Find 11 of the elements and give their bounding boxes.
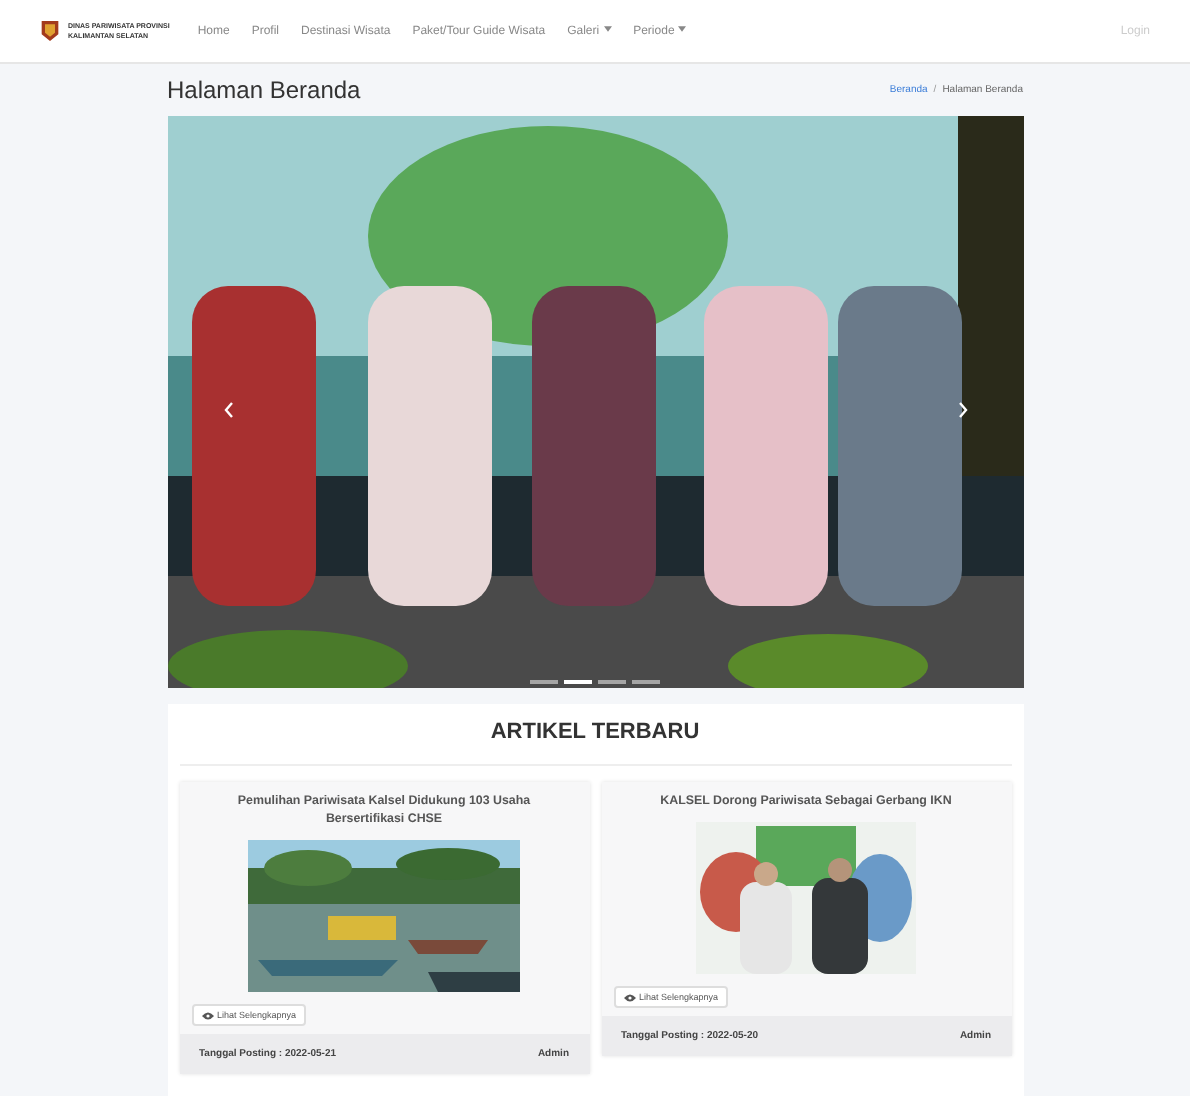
slide-indicator[interactable] [632, 680, 660, 684]
slide-indicator[interactable] [598, 680, 626, 684]
section-title: ARTIKEL TERBARU [179, 704, 1011, 766]
page-title: Halaman Beranda [167, 76, 361, 104]
eye-icon [623, 993, 635, 1001]
caret-icon [678, 26, 687, 33]
emblem-icon[interactable] [40, 18, 60, 44]
slide-indicator[interactable] [530, 680, 558, 684]
caret-icon [603, 26, 612, 33]
eye-icon [201, 1011, 213, 1019]
slide-indicator[interactable] [564, 680, 592, 684]
